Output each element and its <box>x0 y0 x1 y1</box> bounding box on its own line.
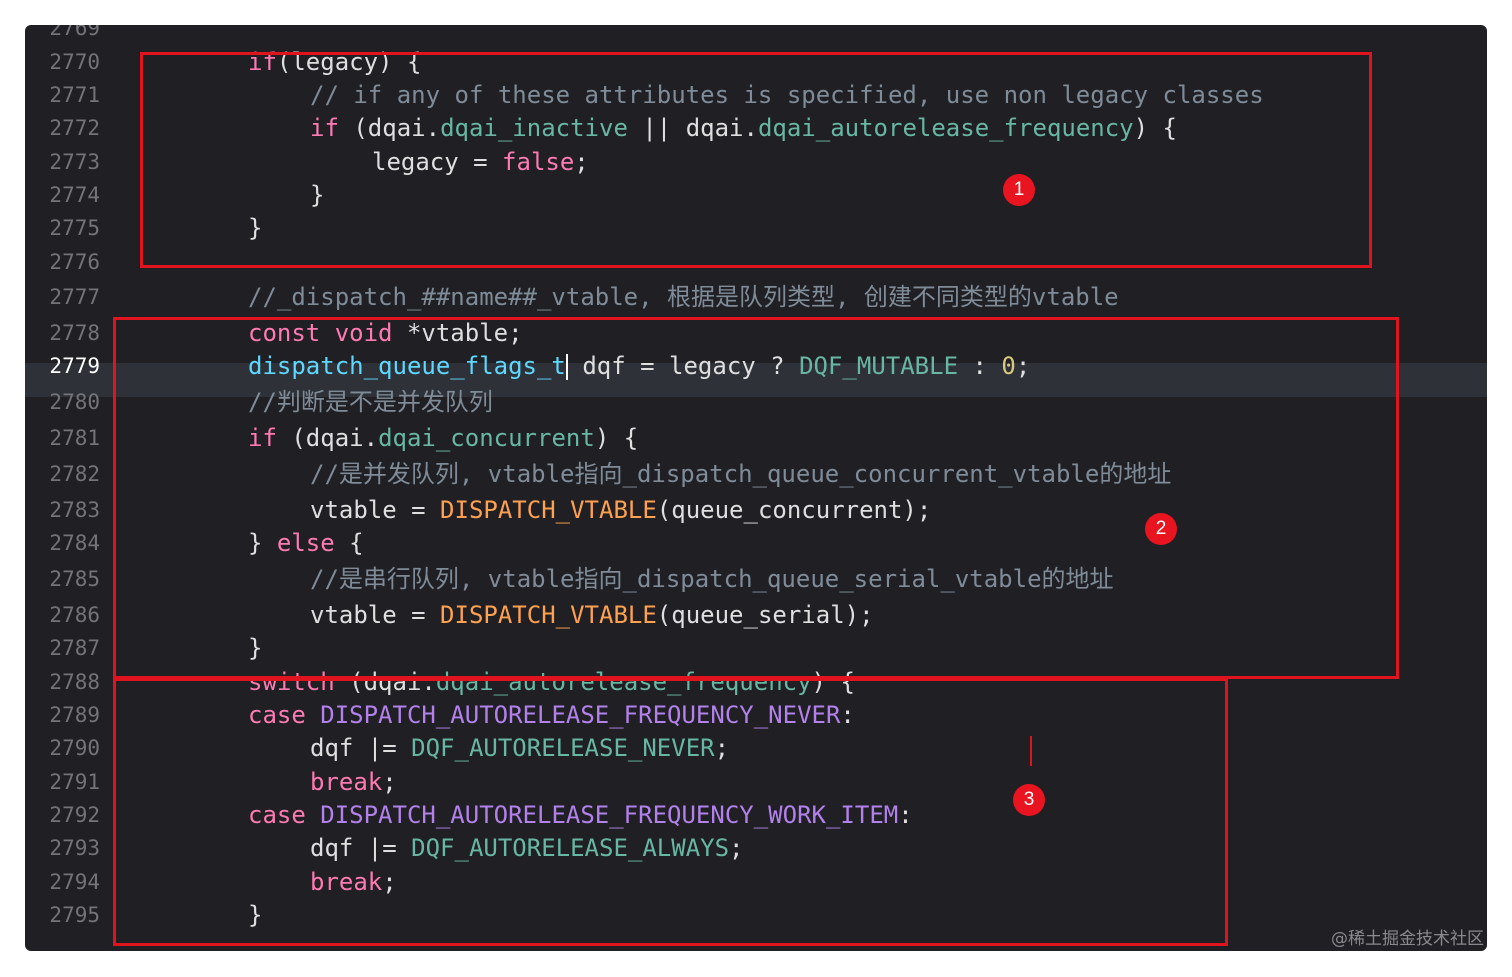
line-number: 2783 <box>49 498 100 522</box>
watermark: @稀土掘金技术社区 <box>1331 929 1484 949</box>
line-number: 2777 <box>49 285 100 309</box>
annotation-box-3 <box>113 678 1228 946</box>
line-number: 2780 <box>49 390 100 414</box>
code-token: //_dispatch_##name##_vtable, 根据是队列类型, 创建… <box>248 283 1119 311</box>
code-line[interactable]: //_dispatch_##name##_vtable, 根据是队列类型, 创建… <box>248 283 1119 311</box>
line-number: 2773 <box>49 150 100 174</box>
annotation-badge-3: 3 <box>1013 784 1045 816</box>
line-number: 2788 <box>49 670 100 694</box>
line-number: 2785 <box>49 567 100 591</box>
annotation-stroke <box>1030 736 1032 766</box>
line-number: 2790 <box>49 736 100 760</box>
line-number: 2781 <box>49 426 100 450</box>
line-number: 2792 <box>49 803 100 827</box>
line-number: 2779 <box>49 354 100 378</box>
line-number: 2793 <box>49 836 100 860</box>
annotation-badge-1: 1 <box>1003 174 1035 206</box>
line-number: 2794 <box>49 870 100 894</box>
line-number: 2782 <box>49 462 100 486</box>
line-number: 2776 <box>49 250 100 274</box>
line-number: 2795 <box>49 903 100 927</box>
line-number: 2774 <box>49 183 100 207</box>
line-number: 2791 <box>49 770 100 794</box>
annotation-box-1 <box>140 52 1372 268</box>
annotation-box-2 <box>113 317 1399 679</box>
line-number: 2771 <box>49 83 100 107</box>
line-number: 2772 <box>49 116 100 140</box>
line-number: 2786 <box>49 603 100 627</box>
line-number: 2770 <box>49 50 100 74</box>
line-number: 2787 <box>49 636 100 660</box>
line-number: 2778 <box>49 321 100 345</box>
line-number: 2775 <box>49 216 100 240</box>
line-number: 2769 <box>49 25 100 40</box>
line-number: 2784 <box>49 531 100 555</box>
annotation-badge-2: 2 <box>1145 513 1177 545</box>
line-number: 2789 <box>49 703 100 727</box>
